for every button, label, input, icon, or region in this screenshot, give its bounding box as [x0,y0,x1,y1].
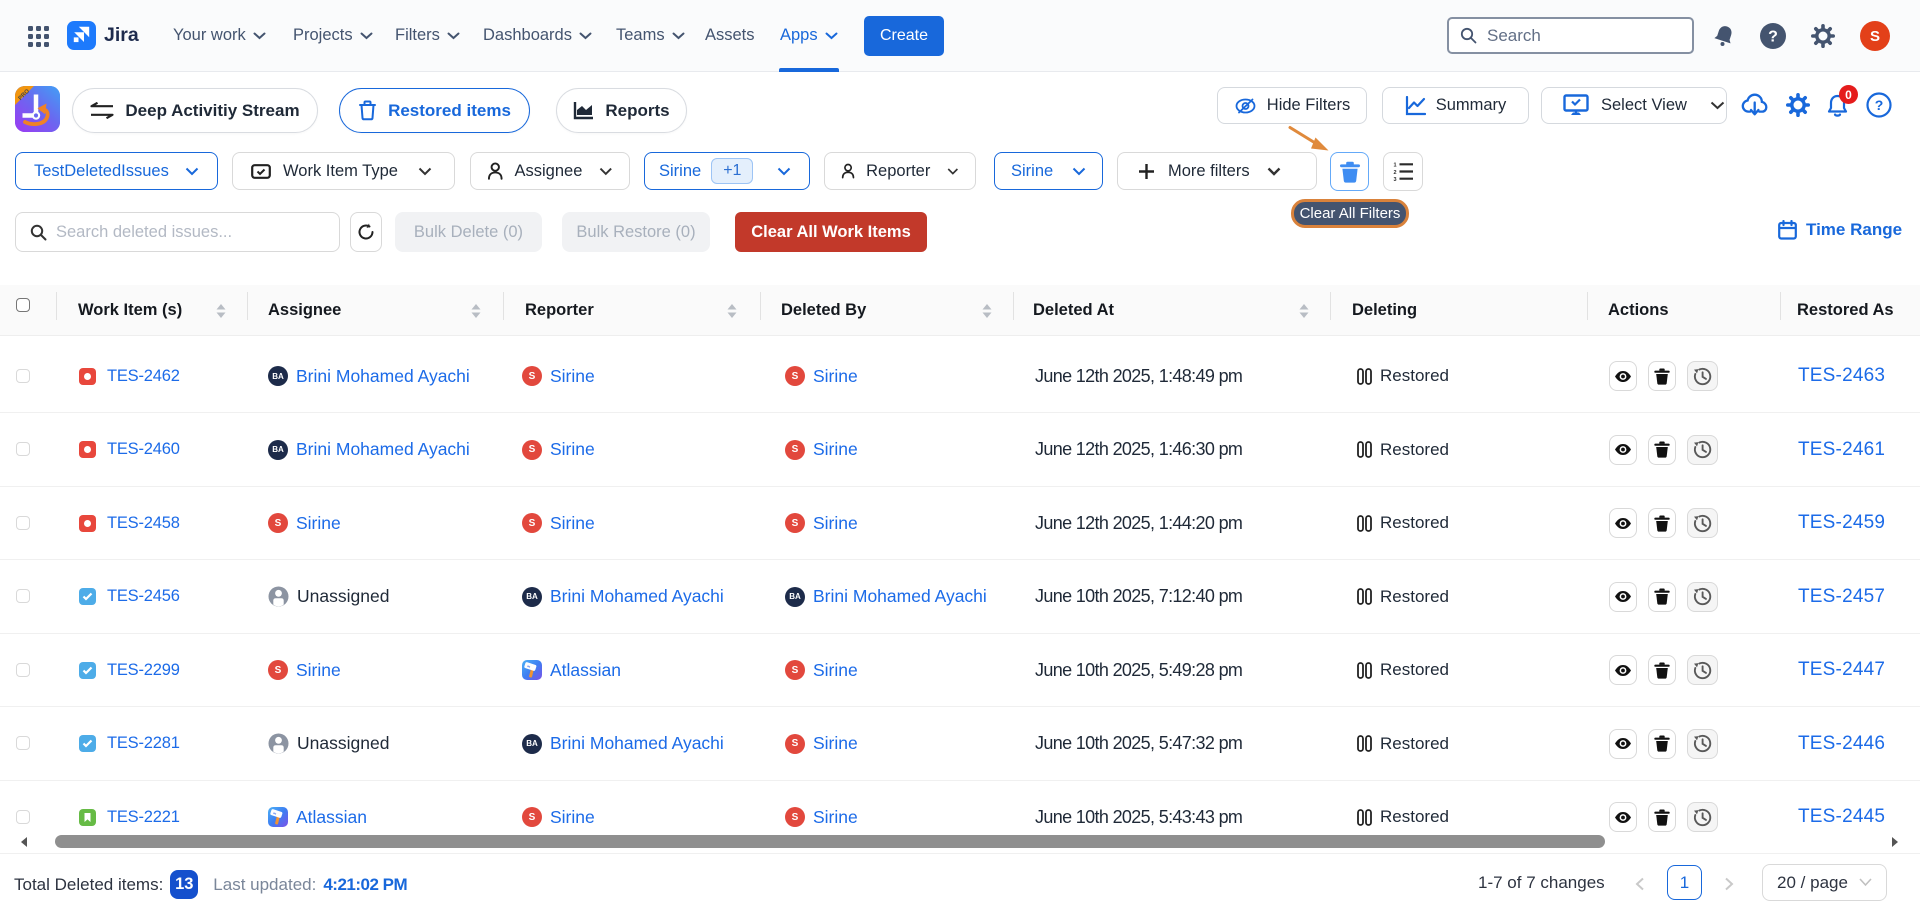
svg-text:1: 1 [1394,163,1397,169]
svg-text:2: 2 [1394,170,1397,176]
svg-text:?: ? [1875,97,1884,113]
svg-text:3: 3 [1394,177,1397,181]
svg-text:?: ? [1768,29,1778,46]
